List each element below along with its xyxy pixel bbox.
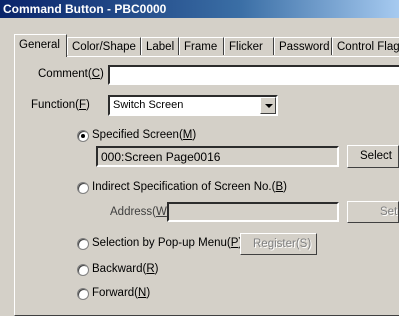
popup-menu-radio[interactable] xyxy=(77,238,89,250)
forward-label: Forward(N) xyxy=(92,287,151,299)
forward-radio[interactable] xyxy=(77,288,89,300)
comment-label: Comment(C) xyxy=(38,68,104,80)
tab-frame[interactable]: Frame xyxy=(179,37,224,55)
register-button: Register(S) xyxy=(240,233,317,255)
indirect-spec-radio[interactable] xyxy=(77,182,89,194)
window-title: Command Button - PBC0000 xyxy=(3,2,167,16)
function-dropdown[interactable]: Switch Screen xyxy=(108,95,278,116)
tab-password[interactable]: Password xyxy=(274,37,332,55)
popup-menu-label: Selection by Pop-up Menu(P) xyxy=(92,237,242,249)
indirect-spec-label: Indirect Specification of Screen No.(B) xyxy=(92,181,287,193)
specified-screen-label: Specified Screen(M) xyxy=(92,129,197,141)
tab-label[interactable]: Label xyxy=(141,37,179,55)
address-label: Address(W) xyxy=(110,206,171,218)
specified-screen-radio[interactable] xyxy=(77,130,89,142)
radio-selected-dot xyxy=(81,134,85,138)
set-button: Set xyxy=(347,201,399,223)
backward-radio[interactable] xyxy=(77,264,89,276)
comment-field[interactable] xyxy=(108,65,399,85)
tab-color-shape[interactable]: Color/Shape xyxy=(67,37,141,55)
tab-control-flag[interactable]: Control Flag xyxy=(332,37,399,55)
tab-general[interactable]: General xyxy=(14,34,67,57)
chevron-down-icon[interactable] xyxy=(260,97,276,114)
tab-flicker[interactable]: Flicker xyxy=(224,37,274,55)
address-field xyxy=(167,202,339,222)
backward-label: Backward(R) xyxy=(92,263,159,275)
window-title-bar: Command Button - PBC0000 xyxy=(0,0,399,18)
function-dropdown-value: Switch Screen xyxy=(113,99,184,111)
function-label: Function(F) xyxy=(31,99,90,111)
select-button[interactable]: Select xyxy=(347,145,399,168)
screen-field: 000:Screen Page0016 xyxy=(96,146,339,167)
